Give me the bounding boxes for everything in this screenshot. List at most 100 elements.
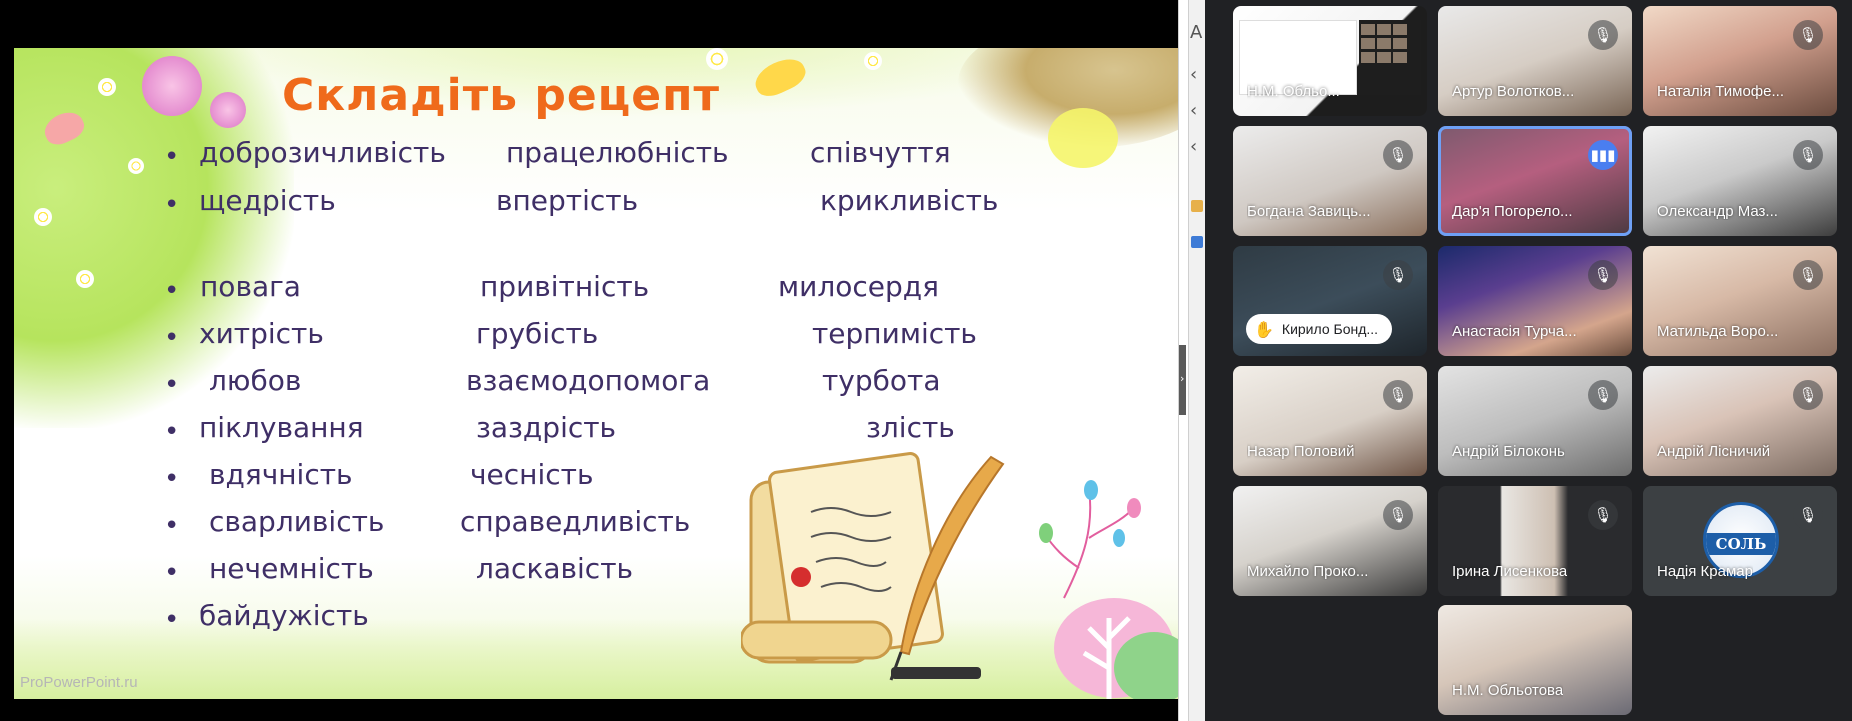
participant-name: Дар'я Погорело... xyxy=(1452,203,1573,220)
slide: Складіть рецепт • • • • • • • • • • добр… xyxy=(14,48,1178,699)
bullet-icon: • xyxy=(164,190,180,220)
slide-word: байдужість xyxy=(199,599,369,632)
participant-tile[interactable]: 🎙 Наталія Тимофе... xyxy=(1643,6,1837,116)
pink-flower-icon xyxy=(142,56,202,116)
daisy-icon xyxy=(128,158,144,174)
slide-word: вдячність xyxy=(209,458,353,491)
slide-word: милосердя xyxy=(778,270,939,303)
participant-name: Михайло Проко... xyxy=(1247,563,1369,580)
mic-off-icon: 🎙 xyxy=(1588,500,1618,530)
tree-illustration xyxy=(1039,480,1178,699)
participant-tile[interactable]: 🎙 Богдана Завиць... xyxy=(1233,126,1427,236)
chevron-left-icon[interactable]: ‹ xyxy=(1190,64,1197,85)
daisy-icon xyxy=(706,48,728,70)
participant-name: Назар Половий xyxy=(1247,443,1355,460)
bullet-icon: • xyxy=(164,511,180,541)
slide-word: грубість xyxy=(476,317,599,350)
participant-name: Наталія Тимофе... xyxy=(1657,83,1784,100)
raised-hand-icon: ✋ xyxy=(1254,319,1274,339)
participant-name: Андрій Лісничий xyxy=(1657,443,1771,460)
bullet-icon: • xyxy=(164,558,180,588)
participant-tile-speaking[interactable]: ▮▮▮ Дар'я Погорело... xyxy=(1438,126,1632,236)
bullet-icon: • xyxy=(164,370,180,400)
participant-name: Н.М. Обльотова xyxy=(1452,682,1564,699)
slide-word: чесність xyxy=(470,458,594,491)
participant-name: Артур Волотков... xyxy=(1452,83,1575,100)
participant-tile-self[interactable]: Н.М. Обльотова xyxy=(1438,605,1632,715)
bullet-icon: • xyxy=(164,276,180,306)
participant-tile[interactable]: 🎙 ✋ Кирило Бонд... xyxy=(1233,246,1427,356)
mic-off-icon: 🎙 xyxy=(1383,500,1413,530)
daisy-icon xyxy=(864,52,882,70)
participant-tile[interactable]: 🎙 Михайло Проко... xyxy=(1233,486,1427,596)
slide-word: доброзичливість xyxy=(199,136,446,169)
slide-word: любов xyxy=(209,364,302,397)
app-icon[interactable] xyxy=(1191,200,1203,212)
participant-tile[interactable]: 🎙 Андрій Білоконь xyxy=(1438,366,1632,476)
participant-tile[interactable]: 🎙 Матильда Воро... xyxy=(1643,246,1837,356)
mic-off-icon: 🎙 xyxy=(1383,140,1413,170)
mic-off-icon: 🎙 xyxy=(1793,20,1823,50)
letter-glyph: А xyxy=(1190,22,1203,43)
participant-name: Олександр Маз... xyxy=(1657,203,1778,220)
slide-word: ласкавість xyxy=(476,552,634,585)
daisy-icon xyxy=(34,208,52,226)
chevron-left-icon[interactable]: ‹ xyxy=(1190,136,1197,157)
participant-tile[interactable]: 🎙 Ірина Лисенкова xyxy=(1438,486,1632,596)
participant-name: Кирило Бонд... xyxy=(1281,321,1379,337)
mic-off-icon: 🎙 xyxy=(1793,260,1823,290)
mic-off-icon: 🎙 xyxy=(1793,140,1823,170)
participant-tile[interactable]: СОЛЬ 🎙 Надія Крамар xyxy=(1643,486,1837,596)
mic-off-icon: 🎙 xyxy=(1383,260,1413,290)
presentation-top-bar xyxy=(0,0,1178,48)
mic-off-icon: 🎙 xyxy=(1793,500,1823,530)
avatar-text: СОЛЬ xyxy=(1715,535,1767,553)
participant-name: Надія Крамар xyxy=(1657,563,1753,580)
mic-off-icon: 🎙 xyxy=(1793,380,1823,410)
slide-title: Складіть рецепт xyxy=(282,70,721,121)
chevron-left-icon[interactable]: ‹ xyxy=(1190,100,1197,121)
bullet-icon: • xyxy=(164,323,180,353)
participant-name: Ірина Лисенкова xyxy=(1452,563,1568,580)
participant-tile[interactable]: 🎙 Анастасія Турча... xyxy=(1438,246,1632,356)
slide-word: терпимість xyxy=(812,317,977,350)
chevron-right-icon[interactable]: › xyxy=(1180,372,1184,385)
mic-off-icon: 🎙 xyxy=(1588,380,1618,410)
participant-name: Матильда Воро... xyxy=(1657,323,1779,340)
slide-word: нечемність xyxy=(209,552,374,585)
slide-word: турбота xyxy=(822,364,941,397)
app-icon[interactable] xyxy=(1191,236,1203,248)
daisy-icon xyxy=(98,78,116,96)
slide-word: впертість xyxy=(496,184,639,217)
slide-word: взаємодопомога xyxy=(466,364,711,397)
slide-word: заздрість xyxy=(476,411,617,444)
bullet-icon: • xyxy=(164,464,180,494)
participant-tile[interactable]: 🎙 Олександр Маз... xyxy=(1643,126,1837,236)
bullet-icon: • xyxy=(164,605,180,635)
scroll-quill-illustration xyxy=(741,452,1005,681)
slide-word: співчуття xyxy=(810,136,951,169)
participant-name: Анастасія Турча... xyxy=(1452,323,1577,340)
participant-tile-presenter[interactable]: Н.М. Обльо... xyxy=(1233,6,1427,116)
slide-word: справедливість xyxy=(460,505,691,538)
participant-name: Богдана Завиць... xyxy=(1247,203,1371,220)
bullet-icon: • xyxy=(164,417,180,447)
presentation-area: Складіть рецепт • • • • • • • • • • добр… xyxy=(0,0,1178,721)
participant-tile[interactable]: 🎙 Артур Волотков... xyxy=(1438,6,1632,116)
audio-level-icon: ▮▮▮ xyxy=(1588,140,1618,170)
participant-name: Н.М. Обльо... xyxy=(1247,83,1340,100)
mic-off-icon: 🎙 xyxy=(1383,380,1413,410)
daisy-icon xyxy=(76,270,94,288)
slide-word: хитрість xyxy=(199,317,324,350)
slide-watermark: ProPowerPoint.ru xyxy=(20,674,138,691)
bullet-icon: • xyxy=(164,142,180,172)
slide-word: привітність xyxy=(480,270,650,303)
participant-tile[interactable]: 🎙 Назар Половий xyxy=(1233,366,1427,476)
mic-off-icon: 🎙 xyxy=(1588,260,1618,290)
slide-word: злість xyxy=(866,411,955,444)
grid-thumbnail xyxy=(1359,20,1421,95)
decor-yellow-blob xyxy=(1048,108,1118,168)
mic-off-icon: 🎙 xyxy=(1588,20,1618,50)
participant-tile[interactable]: 🎙 Андрій Лісничий xyxy=(1643,366,1837,476)
slide-word: піклування xyxy=(199,411,364,444)
